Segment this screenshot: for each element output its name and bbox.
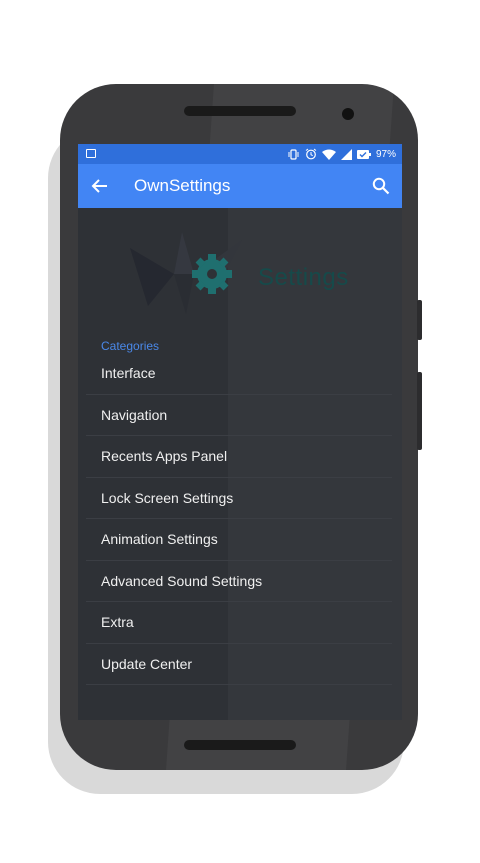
menu-item-navigation[interactable]: Navigation bbox=[86, 395, 392, 436]
image-notification-icon bbox=[86, 149, 96, 158]
menu-item-lock-screen-settings[interactable]: Lock Screen Settings bbox=[86, 478, 392, 519]
menu-item-label: Advanced Sound Settings bbox=[101, 572, 263, 589]
menu-item-advanced-sound-settings[interactable]: Advanced Sound Settings bbox=[86, 561, 392, 602]
menu-item-update-center[interactable]: Update Center bbox=[86, 644, 392, 685]
power-button bbox=[417, 300, 422, 340]
menu-item-label: Lock Screen Settings bbox=[101, 489, 234, 506]
status-icons: 97% bbox=[287, 147, 396, 161]
settings-logo bbox=[130, 232, 242, 314]
settings-content: Settings Categories Interface Navigation… bbox=[78, 208, 402, 720]
menu-item-animation-settings[interactable]: Animation Settings bbox=[86, 519, 392, 561]
battery-percent: 97% bbox=[375, 148, 396, 160]
arrow-left-icon[interactable] bbox=[90, 176, 110, 196]
menu-item-label: Recents Apps Panel bbox=[101, 448, 228, 465]
category-list: Interface Navigation Recents Apps Panel … bbox=[86, 353, 392, 685]
menu-item-interface[interactable]: Interface bbox=[86, 353, 392, 395]
earpiece-speaker bbox=[184, 106, 296, 116]
vibrate-icon bbox=[288, 148, 299, 160]
app-toolbar: OwnSettings bbox=[78, 164, 402, 208]
status-bar: 97% bbox=[78, 144, 402, 164]
battery-icon bbox=[356, 149, 371, 159]
menu-item-label: Animation Settings bbox=[101, 531, 218, 548]
menu-item-label: Extra bbox=[101, 614, 134, 631]
volume-button bbox=[417, 372, 422, 450]
screen: 97% OwnSettings Settings Categories Inte… bbox=[78, 144, 402, 720]
menu-item-label: Interface bbox=[101, 365, 156, 382]
front-camera bbox=[342, 108, 354, 120]
wifi-icon bbox=[321, 149, 336, 160]
app-title: OwnSettings bbox=[134, 176, 231, 195]
menu-item-label: Navigation bbox=[101, 406, 168, 423]
menu-item-extra[interactable]: Extra bbox=[86, 602, 392, 644]
alarm-icon bbox=[305, 148, 317, 160]
bottom-speaker bbox=[184, 740, 296, 750]
menu-item-recents-apps-panel[interactable]: Recents Apps Panel bbox=[86, 436, 392, 478]
search-icon[interactable] bbox=[372, 177, 390, 195]
section-header: Categories bbox=[101, 339, 160, 353]
settings-logo-text: Settings bbox=[258, 264, 349, 291]
menu-item-label: Update Center bbox=[101, 655, 193, 672]
signal-icon bbox=[340, 148, 352, 160]
